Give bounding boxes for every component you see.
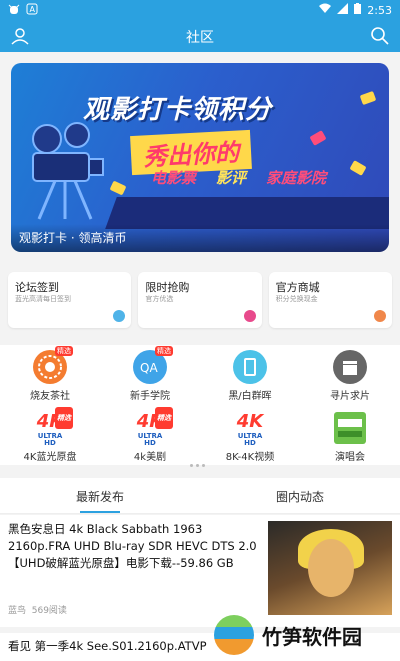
grid-label: 新手学院 — [130, 391, 170, 402]
page-title: 社区 — [186, 30, 214, 46]
grid-label: 黑/白群晖 — [228, 391, 272, 402]
grid-item-nas[interactable]: 黑/白群晖 — [215, 350, 285, 402]
sofa-icon: 精选 — [33, 346, 73, 384]
post-author: 蓝鸟 — [8, 606, 27, 616]
bug-icon — [8, 3, 20, 18]
wifi-icon — [319, 3, 332, 17]
grid-item-concert[interactable]: 演唱会 — [315, 411, 385, 463]
grid-label: 4k美剧 — [133, 452, 167, 463]
banner-tags: 电影票 影评 家庭影院 — [151, 167, 326, 188]
watermark-text: 竹笋软件园 — [262, 624, 362, 649]
clapper-icon — [333, 350, 367, 384]
grid-item-tea-house[interactable]: 精选 烧友茶社 — [15, 346, 85, 402]
banner-tag: 影评 — [216, 169, 247, 187]
store-icon — [373, 310, 386, 322]
4k-icon: 4K ULTRA HD 精选 — [133, 407, 173, 447]
grid-label: 4K蓝光原盘 — [23, 452, 77, 463]
signin-icon — [113, 310, 126, 322]
tab-latest[interactable]: 最新发布 — [76, 488, 124, 513]
search-icon[interactable] — [370, 26, 390, 46]
app-bar: 社区 — [0, 20, 400, 52]
banner-tag: 电影票 — [151, 169, 197, 187]
card-subtitle: 官方优选 — [145, 295, 174, 303]
qa-icon: QA 精选 — [133, 346, 173, 384]
a-icon: A — [26, 3, 38, 18]
grid-item-8k-4k-video[interactable]: 4K ULTRA HD 8K-4K视频 — [215, 411, 285, 463]
banner-headline: 观影打卡领积分 — [83, 95, 273, 125]
grid-label: 8K-4K视频 — [225, 452, 275, 463]
category-grid: 精选 烧友茶社 QA 精选 新手学院 黑/白群晖 寻片求片 4K ULTRA HD… — [0, 345, 400, 465]
post-thumbnail[interactable] — [268, 521, 392, 615]
grid-item-newbie-academy[interactable]: QA 精选 新手学院 — [115, 346, 185, 402]
grid-badge: 精选 — [55, 407, 73, 429]
watermark: 竹笋软件园 — [214, 612, 400, 658]
grid-item-4k-bluray[interactable]: 4K ULTRA HD 精选 4K蓝光原盘 — [15, 407, 85, 463]
nas-icon — [233, 350, 267, 384]
card-title: 官方商城 — [275, 281, 320, 294]
signal-icon — [337, 3, 349, 17]
card-subtitle: 蓝光高清每日签到 — [15, 295, 71, 303]
projector-icon — [32, 122, 104, 220]
card-title: 限时抢购 — [145, 281, 190, 294]
banner-caption: 观影打卡 · 领高清币 — [19, 231, 127, 245]
post-meta: 蓝鸟 569阅读 — [8, 603, 67, 616]
tab-circle-news[interactable]: 圈内动态 — [276, 488, 324, 505]
grid-label: 演唱会 — [335, 452, 365, 463]
feed-tabs: 最新发布 圈内动态 — [0, 478, 400, 514]
status-time: 2:53 — [367, 3, 392, 17]
status-bar: A 2:53 — [0, 0, 400, 20]
4k-icon: 4K ULTRA HD 精选 — [33, 407, 73, 447]
card-flash-sale[interactable]: 限时抢购 官方优选 — [138, 272, 262, 328]
post-title[interactable]: 黑色安息日 4k Black Sabbath 1963 2160p.FRA UH… — [8, 521, 258, 572]
battery-icon — [354, 3, 362, 17]
post-title[interactable]: 看见 第一季4k See.S01.2160p.ATVP — [8, 638, 208, 655]
grid-item-find-movies[interactable]: 寻片求片 — [315, 350, 385, 402]
grid-label: 烧友茶社 — [30, 391, 70, 402]
card-subtitle: 积分兑换现金 — [275, 295, 318, 303]
post-views: 569阅读 — [31, 606, 67, 616]
promo-banner[interactable]: 观影打卡领积分 秀出你的 电影票 影评 家庭影院 观影打卡 · 领高清币 — [11, 63, 389, 252]
card-forum-signin[interactable]: 论坛签到 蓝光高清每日签到 — [8, 272, 132, 328]
grid-item-4k-us-series[interactable]: 4K ULTRA HD 精选 4k美剧 — [115, 407, 185, 463]
svg-text:A: A — [30, 5, 36, 14]
sale-icon — [243, 310, 256, 322]
grid-label: 寻片求片 — [330, 391, 370, 402]
svg-text:QA: QA — [140, 361, 158, 375]
card-official-store[interactable]: 官方商城 积分兑换现金 — [268, 272, 392, 328]
grid-badge: 精选 — [155, 407, 173, 429]
banner-tag: 家庭影院 — [266, 169, 327, 187]
grid-badge: 精选 — [55, 346, 73, 356]
4k-icon: 4K ULTRA HD — [236, 411, 264, 447]
quick-cards: 论坛签到 蓝光高清每日签到 限时抢购 官方优选 官方商城 积分兑换现金 — [8, 272, 392, 328]
concert-icon — [333, 411, 367, 445]
card-title: 论坛签到 — [15, 281, 59, 294]
page-indicator — [190, 464, 205, 467]
grid-badge: 精选 — [155, 346, 173, 356]
watermark-logo-icon — [214, 615, 254, 655]
